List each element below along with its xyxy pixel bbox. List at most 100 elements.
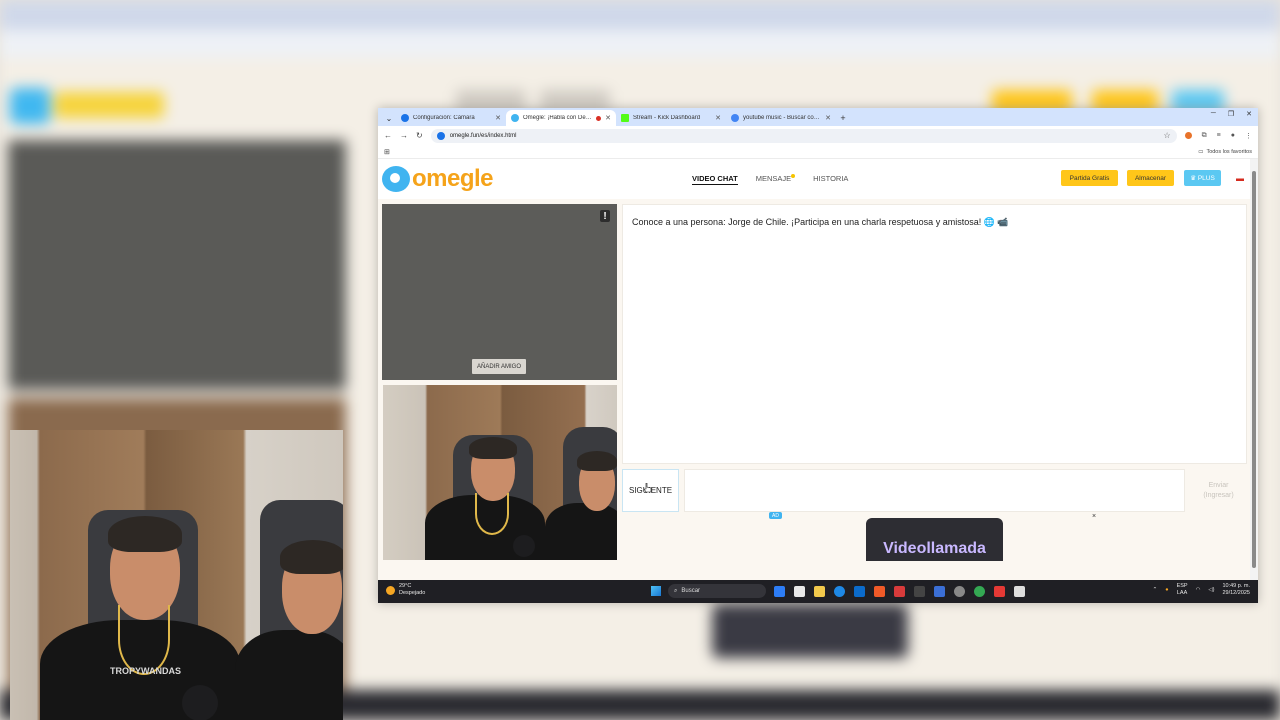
brave-icon[interactable] bbox=[874, 586, 885, 597]
gear-icon bbox=[401, 114, 409, 122]
add-friend-button[interactable]: AÑADIR AMIGO bbox=[472, 359, 527, 374]
microphone-icon[interactable]: ● bbox=[1165, 587, 1168, 593]
chevron-up-icon[interactable]: ⌃ bbox=[1153, 587, 1158, 593]
close-icon[interactable]: ✕ bbox=[605, 114, 611, 122]
apps-grid-icon[interactable]: ⊞ bbox=[384, 148, 390, 156]
tab-google[interactable]: youtube music - Buscar con Go ✕ bbox=[726, 110, 836, 126]
weather-widget[interactable]: 29°C Despejado bbox=[386, 583, 425, 597]
nav-mensaje[interactable]: MENSAJE bbox=[755, 174, 796, 185]
copilot-icon[interactable] bbox=[774, 586, 785, 597]
nav-video-chat[interactable]: VIDEO CHAT bbox=[692, 174, 738, 185]
task-view-icon[interactable] bbox=[794, 586, 805, 597]
tab-configuracion[interactable]: Configuración: Cámara ✕ bbox=[396, 110, 506, 126]
nav-historia[interactable]: HISTORIA bbox=[813, 174, 848, 185]
site-nav: VIDEO CHAT MENSAJE HISTORIA bbox=[692, 174, 848, 185]
extensions-puzzle-icon[interactable]: ⧉ bbox=[1202, 132, 1207, 140]
bookmark-star-icon[interactable]: ☆ bbox=[1164, 131, 1171, 140]
volume-icon[interactable]: ◁) bbox=[1208, 587, 1214, 593]
close-icon[interactable]: ✕ bbox=[495, 114, 501, 122]
maximize-icon[interactable]: ❐ bbox=[1228, 110, 1234, 118]
menu-kebab-icon[interactable]: ⋮ bbox=[1245, 132, 1252, 140]
tab-label: Configuración: Cámara bbox=[413, 115, 475, 121]
new-tab-icon[interactable]: + bbox=[836, 110, 850, 126]
close-icon[interactable]: ✕ bbox=[825, 114, 831, 122]
all-bookmarks[interactable]: ▭ Todos los favoritos bbox=[1198, 149, 1252, 155]
bg-logo-text bbox=[54, 92, 164, 118]
tab-search-icon[interactable]: ⌄ bbox=[382, 110, 396, 126]
plus-button[interactable]: ♛ PLUS bbox=[1184, 170, 1221, 186]
tab-strip: ⌄ Configuración: Cámara ✕ Omegle: ¡Habla… bbox=[378, 108, 1258, 126]
time: 10:49 p. m. bbox=[1222, 583, 1250, 589]
app-icon[interactable] bbox=[994, 586, 1005, 597]
date: 29/12/2025 bbox=[1222, 590, 1250, 596]
person-hair bbox=[108, 516, 182, 552]
wifi-icon[interactable]: ◠ bbox=[1196, 587, 1201, 593]
site-info-icon[interactable] bbox=[436, 131, 445, 140]
app-icon[interactable] bbox=[1014, 586, 1025, 597]
extension-icon[interactable] bbox=[1184, 131, 1192, 139]
all-bookmarks-label: Todos los favoritos bbox=[1206, 148, 1252, 155]
address-bar[interactable]: omegle.fun/es/index.html ☆ bbox=[430, 128, 1177, 143]
app-icon[interactable] bbox=[914, 586, 925, 597]
app-icon[interactable] bbox=[894, 586, 905, 597]
omegle-logo[interactable]: omegle bbox=[382, 165, 494, 193]
language-flag-icon[interactable] bbox=[1236, 176, 1244, 181]
plus-label: PLUS bbox=[1197, 174, 1215, 182]
message-input[interactable] bbox=[684, 469, 1185, 512]
language-indicator[interactable]: ESP LAA bbox=[1177, 583, 1188, 597]
app-icon[interactable] bbox=[934, 586, 945, 597]
notification-dot-icon bbox=[791, 174, 796, 178]
tab-label: Omegle: ¡Habla con Desco bbox=[523, 115, 593, 121]
almacenar-button[interactable]: Almacenar bbox=[1127, 170, 1174, 186]
close-window-icon[interactable]: ✕ bbox=[1246, 110, 1252, 118]
folder-icon: ▭ bbox=[1198, 148, 1204, 155]
taskbar-search[interactable]: ⌕ Buscar bbox=[668, 584, 766, 598]
chrome-icon[interactable] bbox=[974, 586, 985, 597]
microphone bbox=[513, 535, 535, 557]
gold-chain bbox=[118, 605, 170, 675]
sun-icon bbox=[386, 585, 395, 595]
toolbar-icons: ⧉ ≡ ● ⋮ bbox=[1184, 131, 1252, 140]
webcam-overlay: TROPYWANDAS bbox=[10, 430, 343, 720]
close-icon[interactable]: ✕ bbox=[715, 114, 721, 122]
windows-start-icon[interactable] bbox=[651, 586, 661, 596]
bg-video bbox=[8, 140, 346, 390]
system-message: Conoce a una persona: Jorge de Chile. ¡P… bbox=[632, 217, 1009, 227]
ad-banner[interactable]: Videollamada bbox=[866, 518, 1003, 561]
send-button[interactable]: Enviar (Ingresar) bbox=[1190, 469, 1247, 512]
url-text: omegle.fun/es/index.html bbox=[449, 132, 517, 139]
bg-addressbar bbox=[0, 30, 1280, 58]
tab-label: Stream - Kick Dashboard bbox=[633, 115, 701, 121]
profile-icon[interactable]: ● bbox=[1231, 132, 1235, 140]
report-warning-icon[interactable]: ! bbox=[600, 210, 610, 222]
lang-line2: LAA bbox=[1176, 590, 1188, 596]
browser-toolbar: ← → ↻ omegle.fun/es/index.html ☆ ⧉ ≡ ● ⋮ bbox=[378, 126, 1258, 145]
tab-kick[interactable]: Stream - Kick Dashboard ✕ bbox=[616, 110, 726, 126]
reload-icon[interactable]: ↻ bbox=[416, 131, 423, 140]
partida-gratis-button[interactable]: Partida Gratis bbox=[1061, 170, 1118, 186]
gold-chain bbox=[475, 493, 509, 535]
clock[interactable]: 10:49 p. m. 29/12/2025 bbox=[1222, 583, 1250, 597]
scrollbar-thumb[interactable] bbox=[1252, 171, 1256, 568]
back-icon[interactable]: ← bbox=[384, 131, 392, 140]
forward-icon[interactable]: → bbox=[400, 131, 408, 140]
file-explorer-icon[interactable] bbox=[814, 586, 825, 597]
tab-omegle[interactable]: Omegle: ¡Habla con Desco ✕ bbox=[506, 110, 616, 126]
media-control-icon[interactable]: ≡ bbox=[1217, 132, 1221, 140]
store-icon[interactable] bbox=[854, 586, 865, 597]
google-favicon-icon bbox=[731, 114, 739, 122]
omegle-favicon-icon bbox=[511, 114, 519, 122]
logo-text: omegle bbox=[412, 165, 494, 192]
ad-badge: AD bbox=[769, 512, 782, 519]
weather-condition: Despejado bbox=[399, 590, 426, 596]
tab-label: youtube music - Buscar con Go bbox=[743, 115, 822, 121]
obs-icon[interactable] bbox=[954, 586, 965, 597]
send-label-line2: (Ingresar) bbox=[1203, 491, 1234, 499]
edge-icon[interactable] bbox=[834, 586, 845, 597]
kick-favicon-icon bbox=[621, 114, 629, 122]
minimize-icon[interactable]: ─ bbox=[1211, 110, 1216, 118]
nav-mensaje-label: MENSAJE bbox=[755, 174, 792, 183]
search-icon: ⌕ bbox=[674, 587, 678, 594]
system-tray: ⌃ ● ESP LAA ◠ ◁) 10:49 p. m. 29/12/2025 bbox=[1153, 583, 1250, 597]
ad-close-icon[interactable]: × bbox=[1092, 513, 1096, 520]
